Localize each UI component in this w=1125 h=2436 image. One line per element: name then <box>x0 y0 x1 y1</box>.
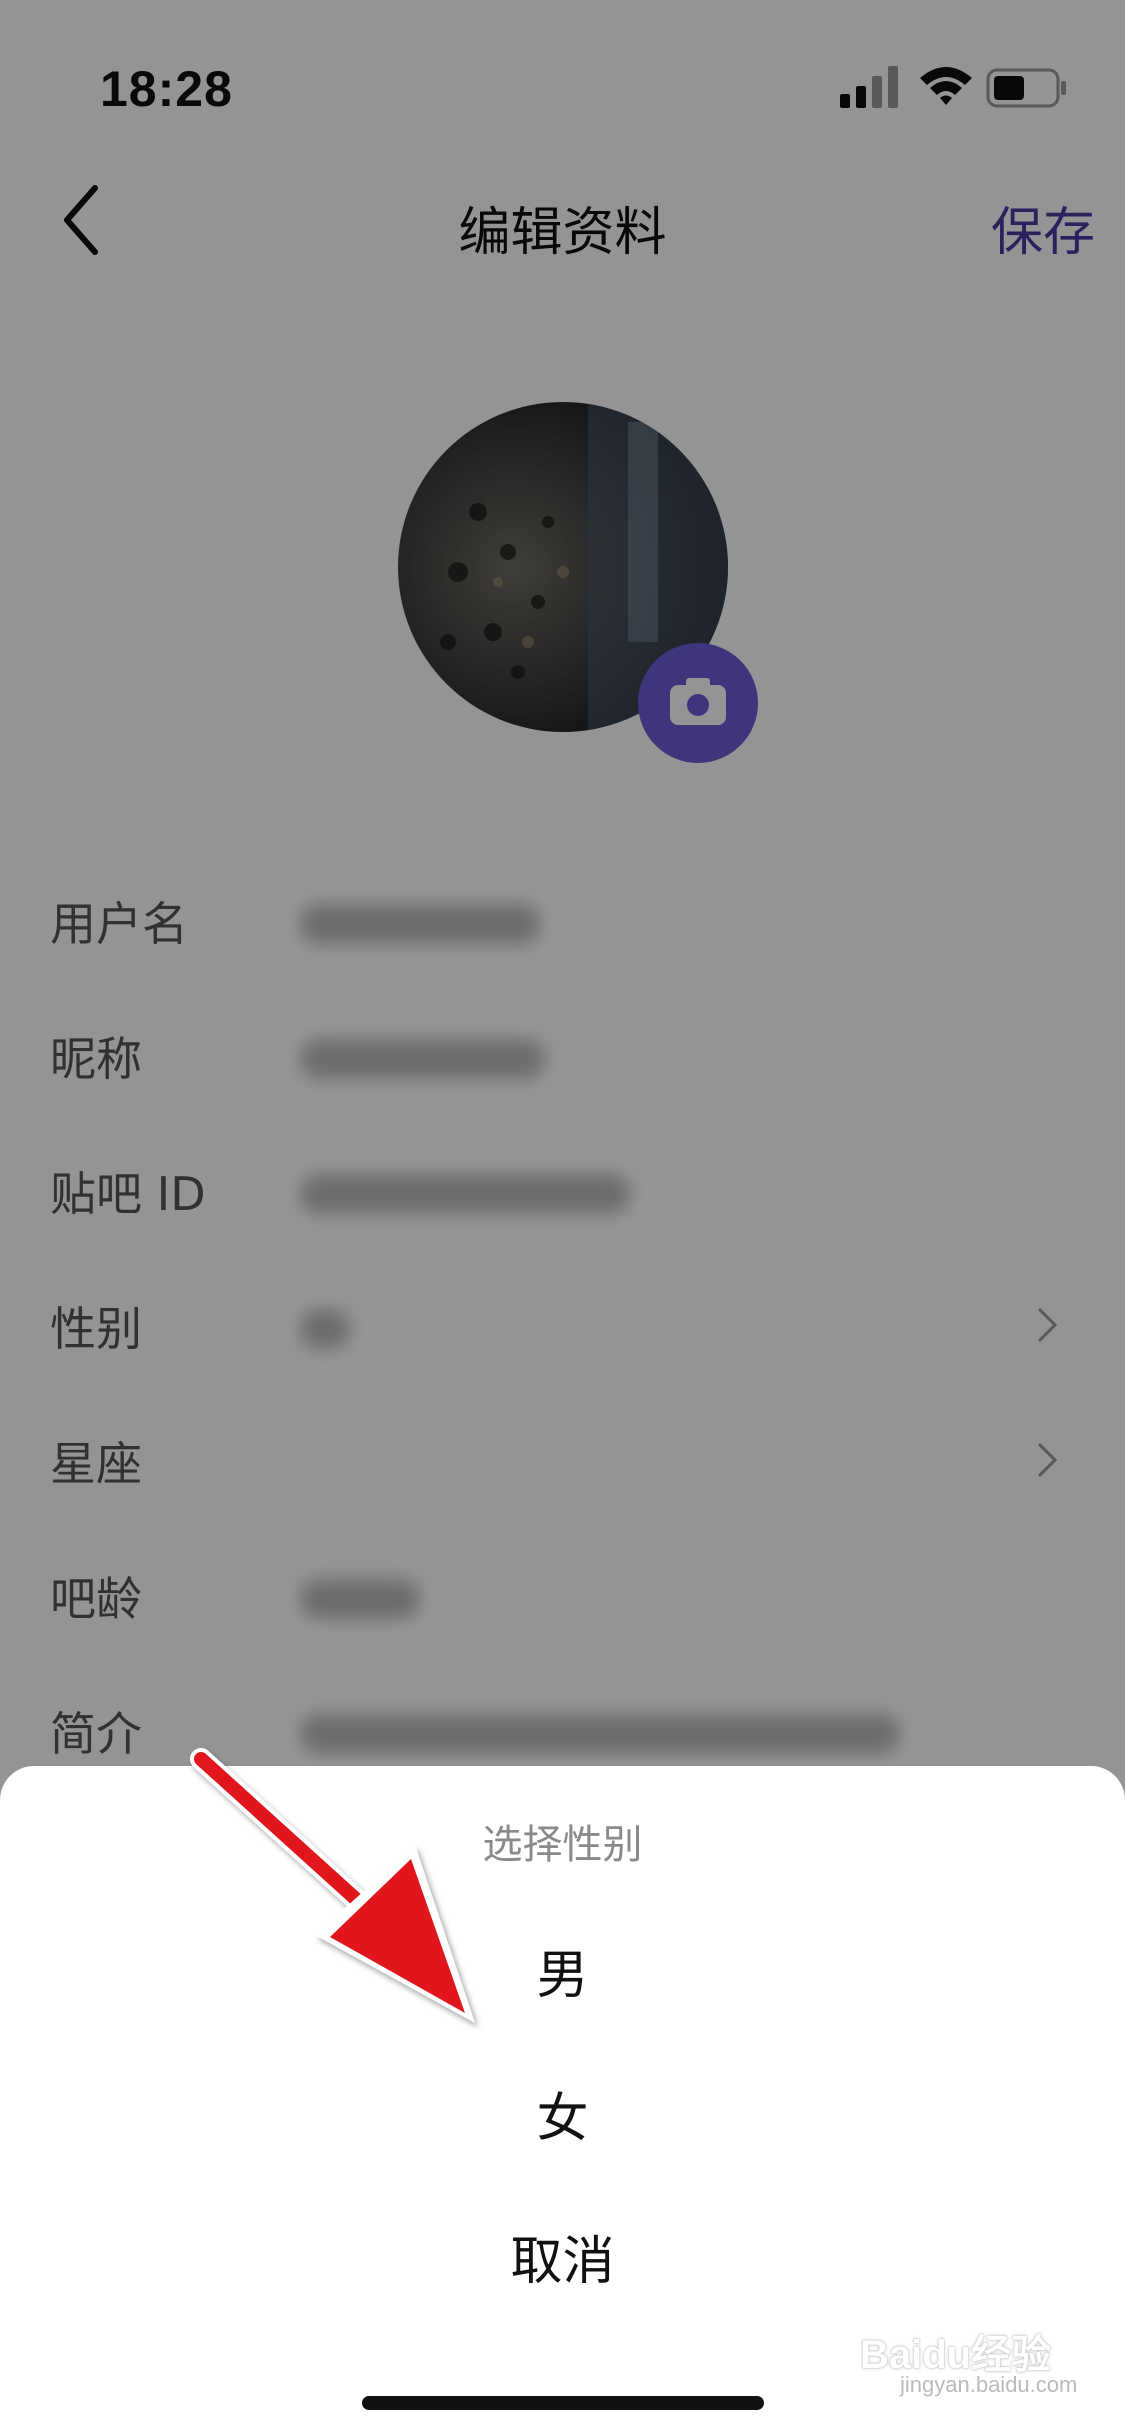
cancel-button[interactable]: 取消 <box>0 2202 1125 2322</box>
edit-profile-screen: 18:28 编辑资料 保存 用户名 昵称 贴吧 ID 性别 星座 吧龄 简介 选… <box>0 0 1125 2436</box>
annotation-arrow-icon <box>190 1748 475 2023</box>
home-indicator <box>362 2396 764 2410</box>
option-male[interactable]: 男 <box>0 1916 1125 2036</box>
watermark-url: jingyan.baidu.com <box>900 2372 1078 2397</box>
sheet-title: 选择性别 <box>482 1822 643 1868</box>
option-female[interactable]: 女 <box>0 2059 1125 2179</box>
